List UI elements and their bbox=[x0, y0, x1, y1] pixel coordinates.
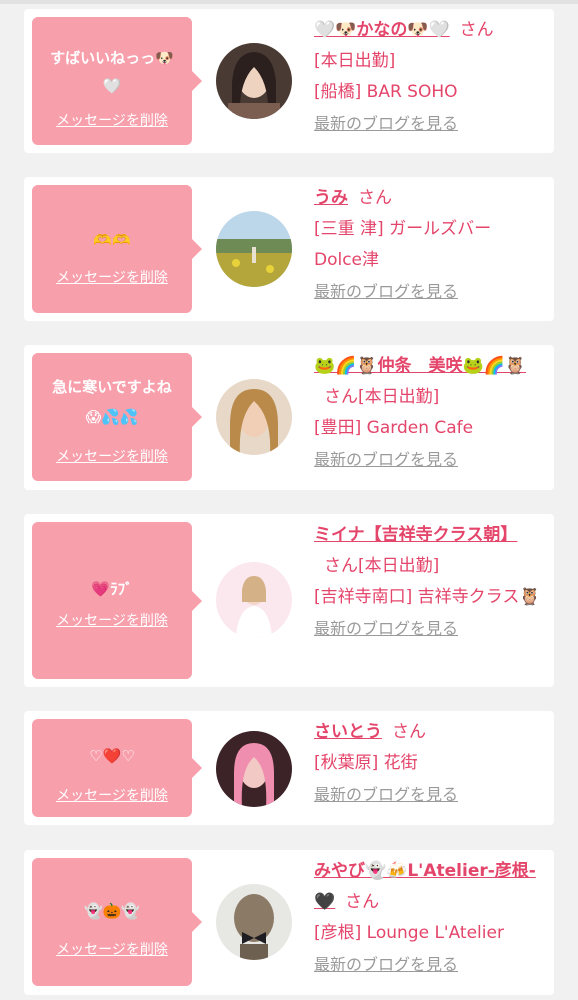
message-text: 🤍 bbox=[102, 77, 122, 95]
avatar[interactable] bbox=[216, 43, 292, 119]
message-bubble: ♡❤️♡ メッセージを削除 bbox=[32, 719, 202, 817]
shop-location: [秋葉原] 花街 bbox=[314, 753, 418, 773]
shop-location: [彦根] Lounge L'Atelier bbox=[314, 923, 504, 943]
avatar[interactable] bbox=[216, 211, 292, 287]
latest-blog-link[interactable]: 最新のブログを見る bbox=[314, 949, 544, 980]
honorific: さん bbox=[324, 387, 358, 407]
top-divider bbox=[0, 0, 578, 4]
cast-name-link[interactable]: ミイナ【吉祥寺クラス朝】 bbox=[314, 525, 517, 545]
message-bubble: 💗ﾗﾌﾞ メッセージを削除 bbox=[32, 522, 202, 679]
honorific: さん bbox=[324, 556, 358, 576]
message-card: 👻🎃👻 メッセージを削除 みやび👻🍻L'Atelier-彦根-🖤 さん [彦根] … bbox=[24, 850, 554, 995]
shop-location: [吉祥寺南口] 吉祥寺クラス🦉 bbox=[314, 587, 541, 607]
cast-info: みやび👻🍻L'Atelier-彦根-🖤 さん [彦根] Lounge L'Atel… bbox=[314, 856, 544, 980]
message-text: 💗ﾗﾌﾞ bbox=[91, 580, 133, 598]
honorific: さん bbox=[459, 20, 494, 40]
cast-info: ミイナ【吉祥寺クラス朝】さん[本日出勤] [吉祥寺南口] 吉祥寺クラス🦉 最新の… bbox=[314, 520, 544, 644]
shop-location: [船橋] BAR SOHO bbox=[314, 82, 458, 102]
status-badge: [本日出勤] bbox=[358, 387, 440, 407]
message-text: すばいいねっっ🐶 bbox=[50, 49, 174, 67]
cast-info: 🤍🐶かなの🐶🤍 さん [本日出勤] [船橋] BAR SOHO 最新のブログを見る bbox=[314, 15, 544, 139]
cast-name-link[interactable]: 🐸🌈🦉仲条 美咲🐸🌈🦉 bbox=[314, 356, 526, 376]
latest-blog-link[interactable]: 最新のブログを見る bbox=[314, 108, 544, 139]
latest-blog-link[interactable]: 最新のブログを見る bbox=[314, 444, 544, 475]
latest-blog-link[interactable]: 最新のブログを見る bbox=[314, 276, 544, 307]
delete-message-link[interactable]: メッセージを削除 bbox=[32, 610, 192, 630]
delete-message-link[interactable]: メッセージを削除 bbox=[32, 446, 192, 466]
message-text: 👻🎃👻 bbox=[83, 902, 141, 920]
delete-message-link[interactable]: メッセージを削除 bbox=[32, 939, 192, 959]
cast-name-link[interactable]: 🤍🐶かなの🐶🤍 bbox=[314, 20, 450, 40]
latest-blog-link[interactable]: 最新のブログを見る bbox=[314, 779, 544, 810]
message-card: すばいいねっっ🐶 🤍 メッセージを削除 🤍🐶かなの🐶🤍 さん [本日出勤] [船橋… bbox=[24, 9, 554, 153]
honorific: さん bbox=[392, 722, 426, 742]
message-text: ♡❤️♡ bbox=[89, 747, 135, 765]
status-badge: [本日出勤] bbox=[358, 556, 440, 576]
honorific: さん bbox=[345, 892, 380, 912]
message-card: 🫶🫶 メッセージを削除 うみ さん [三重 津] ガールズバー Dolce津 最新… bbox=[24, 177, 554, 321]
delete-message-link[interactable]: メッセージを削除 bbox=[32, 110, 192, 130]
message-text: 😱💦💦 bbox=[85, 408, 139, 426]
message-bubble: 👻🎃👻 メッセージを削除 bbox=[32, 858, 202, 986]
cast-info: 🐸🌈🦉仲条 美咲🐸🌈🦉 さん[本日出勤] [豊田] Garden Cafe 最新の… bbox=[314, 351, 544, 475]
shop-location: [豊田] Garden Cafe bbox=[314, 418, 474, 438]
avatar[interactable] bbox=[216, 562, 292, 638]
cast-info: さいとう さん [秋葉原] 花街 最新のブログを見る bbox=[314, 717, 544, 810]
avatar[interactable] bbox=[216, 884, 292, 960]
latest-blog-link[interactable]: 最新のブログを見る bbox=[314, 613, 544, 644]
message-bubble: 急に寒いですよね 😱💦💦 メッセージを削除 bbox=[32, 353, 202, 481]
message-card: ♡❤️♡ メッセージを削除 さいとう さん [秋葉原] 花街 最新のブログを見る bbox=[24, 711, 554, 825]
avatar[interactable] bbox=[216, 379, 292, 455]
message-card: 💗ﾗﾌﾞ メッセージを削除 ミイナ【吉祥寺クラス朝】さん[本日出勤] [吉祥寺南… bbox=[24, 514, 554, 687]
cast-name-link[interactable]: さいとう bbox=[314, 722, 382, 742]
cast-info: うみ さん [三重 津] ガールズバー Dolce津 最新のブログを見る bbox=[314, 183, 544, 307]
cast-name-link[interactable]: うみ bbox=[314, 188, 348, 208]
shop-location: [三重 津] ガールズバー Dolce津 bbox=[314, 219, 492, 270]
message-text: 🫶🫶 bbox=[93, 231, 131, 249]
status-badge: [本日出勤] bbox=[314, 51, 396, 71]
message-bubble: 🫶🫶 メッセージを削除 bbox=[32, 185, 202, 313]
avatar[interactable] bbox=[216, 731, 292, 807]
message-card: 急に寒いですよね 😱💦💦 メッセージを削除 🐸🌈🦉仲条 美咲🐸🌈🦉 さん[本日出勤… bbox=[24, 345, 554, 490]
delete-message-link[interactable]: メッセージを削除 bbox=[32, 267, 192, 287]
honorific: さん bbox=[358, 188, 392, 208]
message-bubble: すばいいねっっ🐶 🤍 メッセージを削除 bbox=[32, 17, 202, 145]
message-text: 急に寒いですよね bbox=[52, 378, 172, 396]
delete-message-link[interactable]: メッセージを削除 bbox=[32, 785, 192, 805]
